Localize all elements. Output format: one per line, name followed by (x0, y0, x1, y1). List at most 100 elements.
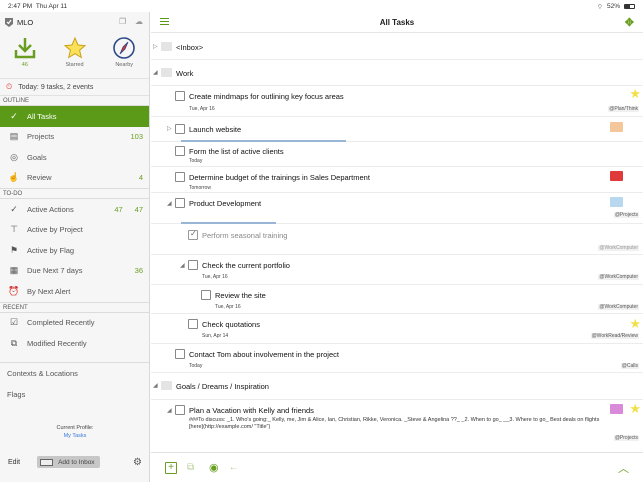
sidebar-item-active-actions[interactable]: ✓ Active Actions 47 47 (0, 199, 149, 220)
eye-icon[interactable]: ◉ (209, 461, 219, 474)
cloud-sync-icon[interactable]: ☁ (135, 18, 145, 26)
sidebar-item-projects[interactable]: ▤ Projects 103 (0, 127, 149, 148)
task-checkbox[interactable] (175, 198, 185, 208)
active-by-project-icon: ⊤ (10, 224, 18, 235)
add-subtask-icon[interactable]: ⧉ (187, 462, 201, 474)
starred-shortcut[interactable]: Starred (50, 34, 100, 78)
task-context: @WorkComputer (598, 245, 639, 251)
sidebar-item-contexts[interactable]: Contexts & Locations (0, 363, 149, 384)
task-checkbox[interactable] (188, 319, 198, 329)
flag-icon[interactable] (610, 197, 623, 207)
collapse-triangle-icon[interactable]: ◢ (153, 382, 158, 389)
task-checkbox[interactable] (175, 91, 185, 101)
gear-icon[interactable]: ⚙ (133, 457, 142, 468)
sidebar-item-next-alert[interactable]: ⏰ By Next Alert (0, 281, 149, 302)
flag-icon[interactable] (610, 171, 623, 181)
task-checkbox[interactable] (188, 229, 198, 240)
task-checkbox[interactable] (201, 290, 211, 300)
folder-row-work[interactable]: ◢ Work (151, 60, 643, 86)
task-checkbox[interactable] (175, 124, 185, 134)
task-checkbox[interactable] (188, 260, 198, 270)
folder-title: Work (176, 69, 194, 78)
sidebar-item-label: Active Actions (27, 204, 74, 214)
sidebar-header: MLO ❐ ☁ (0, 12, 149, 32)
sidebar-item-count: 103 (130, 132, 143, 142)
task-title: Review the site (215, 291, 266, 300)
task-row[interactable]: Create mindmaps for outlining key focus … (151, 86, 643, 117)
collapse-triangle-icon[interactable]: ◢ (167, 200, 172, 207)
section-outline: OUTLINE (3, 98, 30, 104)
task-checkbox[interactable] (175, 405, 185, 415)
star-icon[interactable]: ★ (629, 87, 641, 100)
expand-triangle-icon[interactable]: ▷ (153, 43, 158, 50)
task-row[interactable]: Perform seasonal training @WorkComputer (151, 224, 643, 255)
task-row[interactable]: Review the site Tue, Apr 16 @WorkCompute… (151, 285, 643, 314)
sidebar-item-label: Projects (27, 132, 55, 142)
inbox-shortcut[interactable]: 46 (0, 34, 50, 78)
task-context: @Projects (613, 435, 639, 441)
sidebar-item-modified-recently[interactable]: ⧉ Modified Recently (0, 333, 149, 354)
collapse-triangle-icon[interactable]: ◢ (167, 407, 172, 414)
starred-label: Starred (65, 62, 84, 68)
today-summary[interactable]: ⏲ Today: 9 tasks, 2 events (0, 78, 149, 96)
task-note: ###To discuss: _1. Who's going:_ Kelly, … (189, 417, 600, 430)
wifi-icon: ⌔ (596, 3, 603, 11)
sidebar-item-review[interactable]: ☝ Review 4 (0, 168, 149, 189)
task-checkbox[interactable] (175, 349, 185, 359)
add-task-button[interactable]: + (165, 461, 177, 474)
task-row[interactable]: ▷ Launch website (151, 117, 643, 142)
star-icon[interactable]: ★ (629, 317, 641, 330)
sidebar-item-active-by-flag[interactable]: ⚑ Active by Flag (0, 240, 149, 261)
inbox-download-icon (14, 38, 36, 59)
profile-name[interactable]: My Tasks (0, 432, 150, 440)
today-summary-text: Today: 9 tasks, 2 events (18, 83, 94, 91)
next-alert-icon: ⏰ (8, 285, 20, 296)
copy-icon[interactable]: ❐ (119, 18, 129, 26)
sidebar-item-completed-recently[interactable]: ☑ Completed Recently (0, 313, 149, 334)
task-checkbox[interactable] (175, 172, 185, 182)
battery-level: 52% (606, 2, 620, 10)
task-context: @WorkRead/Review (590, 333, 639, 339)
nearby-shortcut[interactable]: Nearby (99, 34, 149, 78)
task-row[interactable]: ◢ Check the current portfolio Tue, Apr 1… (151, 255, 643, 285)
move-arrows-icon[interactable]: ✥ (625, 16, 634, 29)
arrow-left-icon[interactable]: ← (229, 462, 239, 473)
add-to-inbox-button[interactable]: Add to Inbox (37, 456, 100, 468)
collapse-triangle-icon[interactable]: ◢ (180, 262, 185, 269)
task-title: Check the current portfolio (202, 261, 290, 270)
task-row[interactable]: Check quotations Sun, Apr 14 @WorkRead/R… (151, 314, 643, 344)
folder-row-goals[interactable]: ◢ Goals / Dreams / Inspiration (151, 373, 643, 400)
task-context: @Projects (613, 212, 639, 218)
sidebar-item-label: Due Next 7 days (27, 266, 83, 276)
task-checkbox[interactable] (175, 146, 185, 156)
folder-row-inbox[interactable]: ▷ <Inbox> (151, 34, 643, 60)
sidebar-item-active-by-project[interactable]: ⊤ Active by Project (0, 220, 149, 241)
menu-icon[interactable] (160, 18, 169, 25)
task-due-date: Sun, Apr 14 (202, 333, 229, 339)
task-row[interactable]: Contact Tom about involvement in the pro… (151, 344, 643, 373)
sidebar-item-due-next[interactable]: ▦ Due Next 7 days 36 (0, 261, 149, 282)
flag-icon[interactable] (610, 404, 623, 414)
folder-title: <Inbox> (176, 43, 204, 52)
task-title: Product Development (189, 199, 262, 208)
edit-button[interactable]: Edit (8, 459, 20, 466)
task-row[interactable]: ◢ Product Development @Projects (151, 193, 643, 224)
expand-triangle-icon[interactable]: ▷ (167, 125, 172, 132)
task-due-date: Today (189, 363, 203, 369)
star-icon[interactable]: ★ (629, 402, 641, 415)
sidebar-item-flags[interactable]: Flags (0, 384, 149, 405)
collapse-triangle-icon[interactable]: ◢ (153, 69, 158, 76)
folder-icon (161, 381, 172, 390)
task-row[interactable]: Form the list of active clients Today (151, 142, 643, 167)
task-due-date: Today (189, 158, 203, 164)
main-panel: All Tasks ✥ ▷ <Inbox> ◢ Work Create mind… (151, 12, 643, 482)
flag-icon[interactable] (610, 122, 623, 132)
task-list: ▷ <Inbox> ◢ Work Create mindmaps for out… (151, 34, 643, 445)
star-icon (63, 36, 86, 59)
task-context: @Plan/Think (608, 106, 639, 112)
chevron-up-icon[interactable]: ︿ (618, 460, 629, 476)
sidebar-item-goals[interactable]: ◎ Goals (0, 147, 149, 168)
task-row[interactable]: Determine budget of the trainings in Sal… (151, 167, 643, 193)
task-row[interactable]: ◢ Plan a Vacation with Kelly and friends… (151, 400, 643, 445)
sidebar-item-all-tasks[interactable]: ✓ All Tasks (0, 106, 149, 127)
